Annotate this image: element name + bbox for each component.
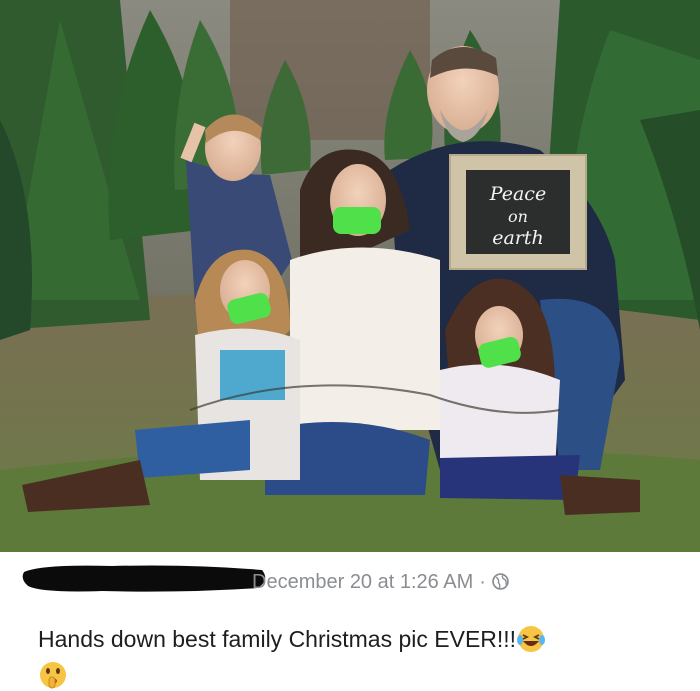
redacted-author-name <box>22 565 266 592</box>
meta-separator: · <box>479 571 486 593</box>
post-timestamp[interactable]: December 20 at 1:26 AM <box>252 571 473 593</box>
globe-icon[interactable] <box>492 573 509 590</box>
caption-text: Hands down best family Christmas pic EVE… <box>38 626 517 652</box>
shushing-face-emoji-icon <box>40 662 66 689</box>
sign-line-3: earth <box>492 227 544 249</box>
laughing-crying-emoji-icon <box>517 626 546 652</box>
family-photo[interactable]: Peace on earth <box>0 0 700 552</box>
sign-line-2: on <box>508 207 528 226</box>
post-footer: December 20 at 1:26 AM · Hands down best … <box>0 552 700 691</box>
post-caption: Hands down best family Christmas pic EVE… <box>38 624 546 654</box>
sign-line-1: Peace <box>489 183 546 205</box>
mother-tape <box>333 207 381 234</box>
post-meta: December 20 at 1:26 AM · <box>252 571 509 594</box>
peace-on-earth-sign: Peace on earth <box>449 154 587 270</box>
